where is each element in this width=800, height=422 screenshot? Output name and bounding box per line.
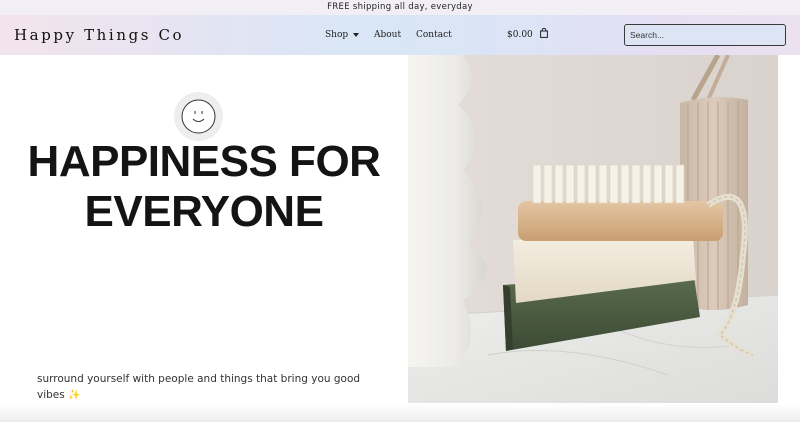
hero-headline: HAPPINESS FOR EVERYONE bbox=[0, 137, 408, 237]
site-logo[interactable]: Happy Things Co bbox=[14, 15, 184, 55]
site-header: Happy Things Co Shop About Contact $0.00 bbox=[0, 15, 800, 55]
cart-button[interactable]: $0.00 bbox=[507, 15, 548, 55]
announcement-bar: FREE shipping all day, everyday bbox=[0, 0, 800, 15]
sparkles-icon: ✨ bbox=[68, 390, 81, 401]
smiley-face-icon bbox=[174, 92, 223, 141]
announcement-text: FREE shipping all day, everyday bbox=[327, 2, 473, 12]
nav-about-label: About bbox=[374, 30, 402, 40]
hero-tagline: surround yourself with people and things… bbox=[37, 371, 387, 404]
nav-shop-label: Shop bbox=[325, 30, 349, 40]
bath-products-photo bbox=[408, 55, 778, 403]
hero-headline-line2: EVERYONE bbox=[84, 187, 324, 236]
search-input[interactable] bbox=[624, 24, 786, 46]
cart-total: $0.00 bbox=[507, 30, 533, 40]
nav-contact-label: Contact bbox=[416, 30, 452, 40]
nav-contact[interactable]: Contact bbox=[416, 15, 452, 55]
shopping-bag-icon bbox=[539, 28, 548, 38]
nav-shop[interactable]: Shop bbox=[325, 15, 360, 55]
hero-headline-line1: HAPPINESS FOR bbox=[27, 137, 381, 186]
nav-about[interactable]: About bbox=[374, 15, 401, 55]
chevron-down-icon bbox=[353, 32, 360, 37]
hero-tagline-text: surround yourself with people and things… bbox=[37, 373, 361, 401]
section-divider bbox=[0, 404, 800, 422]
